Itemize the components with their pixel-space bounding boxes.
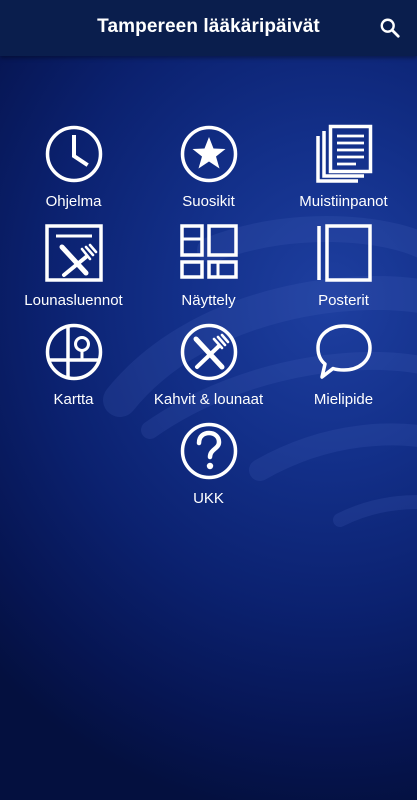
menu-item-label: Kartta [53, 391, 94, 408]
menu-item-label: Näyttely [181, 292, 236, 309]
menu-item-kartta[interactable]: Kartta [4, 322, 143, 414]
menu-item-posterit[interactable]: Posterit [274, 223, 413, 315]
menu-item-mielipide[interactable]: Mielipide [274, 322, 413, 414]
notes-icon [315, 124, 372, 183]
menu-item-label: Suosikit [182, 193, 235, 210]
menu-item-label: UKK [193, 490, 224, 507]
menu-item-kahvit-lounaat[interactable]: Kahvit & lounaat [139, 322, 278, 414]
menu-item-label: Ohjelma [45, 193, 102, 210]
search-button[interactable] [377, 15, 403, 41]
speech-bubble-icon [315, 324, 372, 379]
menu-item-label: Posterit [318, 292, 369, 309]
menu-item-label: Mielipide [313, 391, 374, 408]
app-screen: Tampereen lääkäripäivät Ohjelma Suosikit [0, 0, 417, 800]
app-header: Tampereen lääkäripäivät [0, 0, 417, 56]
posters-icon [316, 224, 372, 282]
menu-item-muistiinpanot[interactable]: Muistiinpanot [274, 124, 413, 216]
clock-icon [45, 125, 102, 183]
menu-item-label: Muistiinpanot [299, 193, 388, 210]
exhibition-icon [179, 224, 238, 279]
menu-item-ohjelma[interactable]: Ohjelma [4, 124, 143, 216]
star-icon [180, 125, 237, 183]
lunch-lecture-icon [44, 224, 103, 282]
menu-item-nayttely[interactable]: Näyttely [139, 223, 278, 315]
map-icon [45, 323, 102, 381]
search-icon [380, 18, 400, 38]
menu-item-suosikit[interactable]: Suosikit [139, 124, 278, 216]
menu-item-label: Kahvit & lounaat [153, 391, 264, 408]
menu-item-ukk[interactable]: UKK [139, 421, 278, 513]
menu-item-lounasluennot[interactable]: Lounasluennot [4, 223, 143, 315]
menu-item-label: Lounasluennot [24, 292, 123, 309]
cutlery-icon [180, 323, 237, 381]
question-icon [180, 422, 237, 480]
app-title: Tampereen lääkäripäivät [97, 16, 320, 37]
